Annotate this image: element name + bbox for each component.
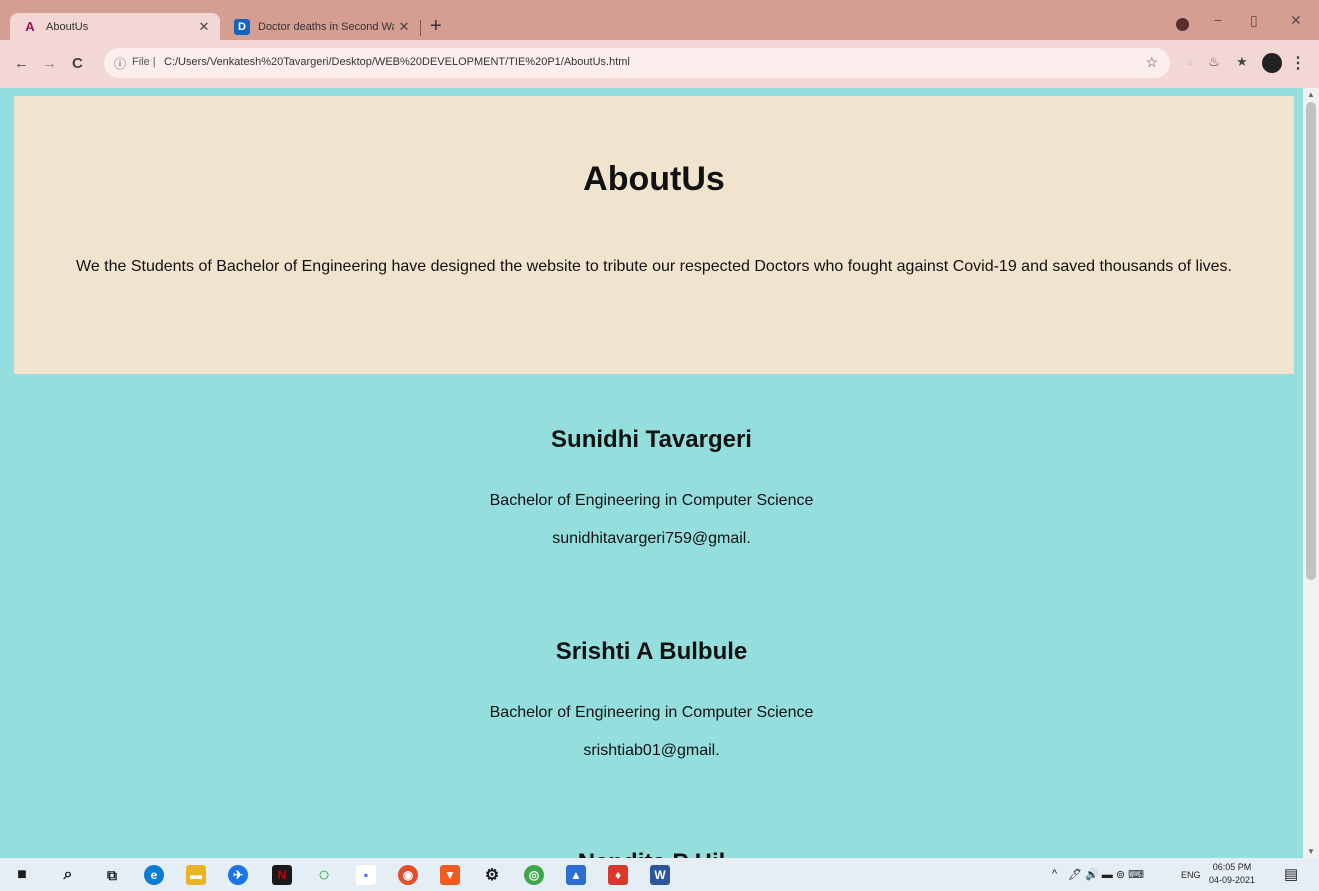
minimize-button[interactable]: −	[1214, 12, 1222, 28]
member-card: Sunidhi Tavargeri Bachelor of Engineerin…	[0, 426, 1303, 548]
reload-button[interactable]: C	[72, 55, 83, 72]
tab-aboutus[interactable]: A AboutUs ✕	[10, 13, 220, 40]
browser-toolbar: ← → C ⓘ File | C:/Users/Venkatesh%20Tava…	[0, 40, 1319, 88]
bookmark-star-icon[interactable]: ☆	[1145, 54, 1158, 71]
new-tab-button[interactable]: +	[430, 14, 442, 38]
tab-title: Doctor deaths in Second Wave	[258, 20, 394, 33]
tray-chevron-icon[interactable]: ^	[1052, 868, 1057, 880]
close-tab-icon[interactable]: ✕	[194, 19, 214, 35]
member-card: Nandita P Hil	[0, 849, 1303, 858]
page-scrollbar[interactable]: ▲ ▼	[1303, 88, 1319, 858]
settings-icon[interactable]: ⚙	[482, 865, 502, 885]
back-button[interactable]: ←	[14, 55, 29, 72]
netflix-icon[interactable]: N	[272, 865, 292, 885]
site-info-icon[interactable]: ⓘ	[114, 55, 126, 72]
doctor-deaths-favicon-icon: D	[234, 18, 250, 35]
brave-icon[interactable]: ▼	[440, 865, 460, 885]
profile-avatar[interactable]	[1262, 53, 1282, 73]
taskbar-clock[interactable]: 06:05 PM 04-09-2021	[1209, 861, 1255, 887]
extension-icon[interactable]: ♨	[1206, 54, 1222, 70]
chrome-icon[interactable]: ◉	[398, 865, 418, 885]
photos-icon[interactable]: ▲	[566, 865, 586, 885]
file-explorer-icon[interactable]: ▬	[186, 865, 206, 885]
scroll-down-icon[interactable]: ▼	[1307, 847, 1315, 856]
notification-icon[interactable]: ▤	[1284, 865, 1298, 883]
about-description: We the Students of Bachelor of Engineeri…	[76, 258, 1232, 275]
about-hero: AboutUs We the Students of Bachelor of E…	[14, 96, 1294, 374]
messenger-icon[interactable]: ✈	[228, 865, 248, 885]
member-card: Srishti A Bulbule Bachelor of Engineerin…	[0, 638, 1303, 760]
start-icon[interactable]: ■	[12, 865, 32, 885]
clock-date: 04-09-2021	[1209, 875, 1256, 885]
page-title: AboutUs	[583, 160, 725, 198]
tray-icons[interactable]: 🖊 🔊 ▬ ⊚ ⌨	[1068, 868, 1144, 881]
tab-doctor-deaths[interactable]: D Doctor deaths in Second Wave ✕	[222, 13, 420, 40]
forward-button[interactable]: →	[42, 55, 57, 72]
member-degree: Bachelor of Engineering in Computer Scie…	[489, 492, 814, 509]
notes-icon[interactable]: ▪	[356, 865, 376, 885]
circle-app-icon[interactable]: ○	[314, 864, 334, 886]
word-icon[interactable]: W	[650, 865, 670, 885]
extensions-puzzle-icon[interactable]: ★	[1234, 54, 1250, 70]
windows-taskbar: ■ ⌕ ⧉ e ▬ ✈ N ○ ▪ ◉ ▼ ⚙ ◎ ▲ ♦ W ^ 🖊 🔊 ▬ …	[0, 858, 1319, 891]
page-viewport: AboutUs We the Students of Bachelor of E…	[0, 88, 1303, 858]
member-email: srishtiab01@gmail.	[583, 742, 720, 759]
aboutus-favicon-icon: A	[25, 19, 35, 34]
task-view-icon[interactable]: ⧉	[102, 865, 122, 885]
language-indicator[interactable]: ENG	[1181, 870, 1201, 880]
tab-title: AboutUs	[46, 20, 89, 33]
browser-menu-icon[interactable]: ⋮	[1290, 53, 1306, 73]
edge-icon[interactable]: e	[144, 865, 164, 885]
close-window-button[interactable]: ✕	[1290, 12, 1302, 29]
clock-time: 06:05 PM	[1212, 862, 1252, 872]
restore-button[interactable]: ▯	[1250, 12, 1258, 29]
profile-indicator-icon[interactable]	[1176, 18, 1189, 31]
close-tab-icon[interactable]: ✕	[394, 19, 414, 35]
address-bar[interactable]: ⓘ File | C:/Users/Venkatesh%20Tavargeri/…	[104, 48, 1170, 78]
member-email: sunidhitavargeri759@gmail.	[552, 530, 751, 547]
store-icon[interactable]: ♦	[608, 865, 628, 885]
xbox-icon[interactable]: ◎	[524, 865, 544, 885]
url-text[interactable]: C:/Users/Venkatesh%20Tavargeri/Desktop/W…	[164, 56, 630, 68]
scroll-up-icon[interactable]: ▲	[1307, 90, 1315, 99]
member-degree: Bachelor of Engineering in Computer Scie…	[489, 704, 814, 721]
browser-tab-bar: A AboutUs ✕ D Doctor deaths in Second Wa…	[0, 0, 1319, 40]
search-icon[interactable]: ⌕	[58, 865, 78, 885]
member-name: Nandita P Hil	[0, 849, 1303, 858]
member-name: Sunidhi Tavargeri	[551, 426, 752, 453]
extension-icon[interactable]: ▫	[1182, 54, 1198, 70]
tab-separator	[420, 20, 421, 36]
member-name: Srishti A Bulbule	[555, 638, 748, 665]
scrollbar-thumb[interactable]	[1306, 102, 1316, 580]
scheme-label: File |	[132, 56, 156, 68]
